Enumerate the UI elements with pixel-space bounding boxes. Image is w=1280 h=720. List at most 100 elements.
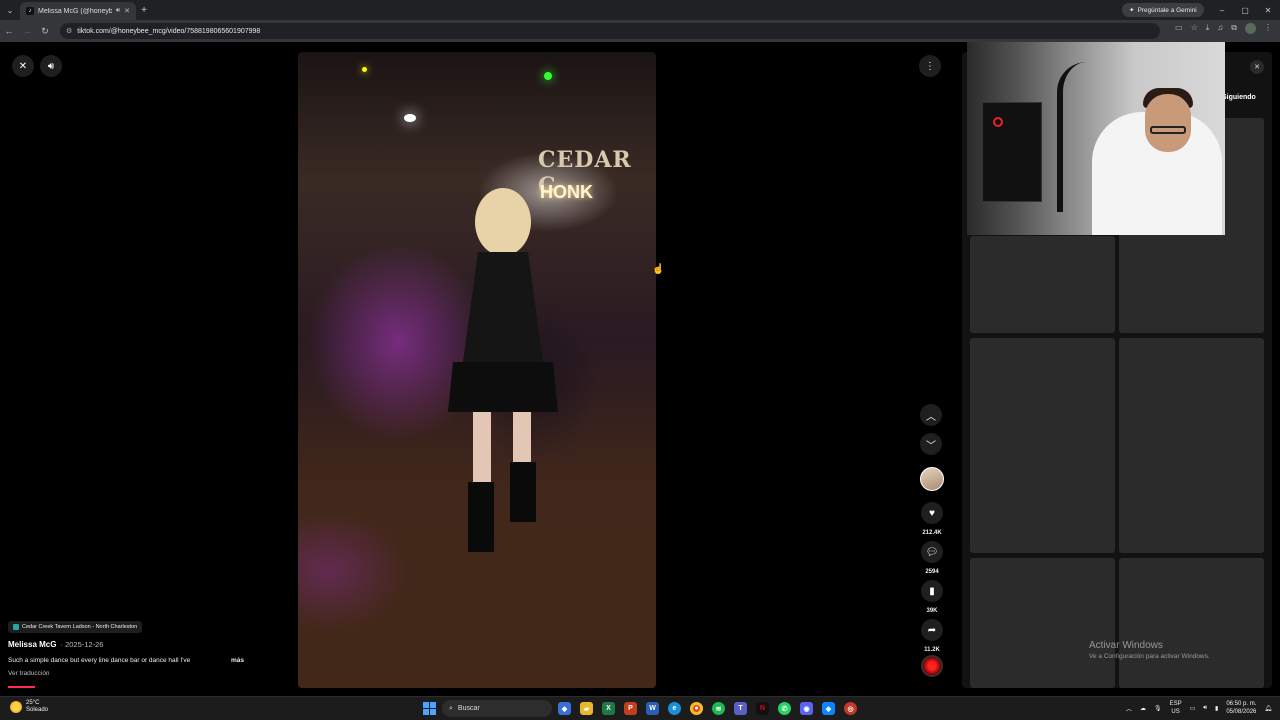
video-thumbnail[interactable] (1119, 558, 1264, 688)
volume-icon: 🔊︎ (47, 60, 55, 72)
next-video-button[interactable]: ﹀ (920, 433, 942, 455)
spotify-icon[interactable]: ≋ (712, 702, 725, 715)
stage-light (362, 67, 367, 72)
video-thumbnail[interactable] (970, 338, 1115, 553)
following-tab[interactable]: Siguiendo (1222, 94, 1256, 101)
dancer-figure (448, 188, 558, 552)
comment-action[interactable]: 💬︎ 2594 (920, 541, 944, 575)
chevron-down-icon: ﹀ (926, 440, 936, 452)
forward-icon[interactable]: → (18, 26, 36, 36)
translate-link[interactable]: Ver traducción (8, 670, 50, 677)
watermark-subtitle: Ve a Configuración para activar Windows. (1089, 653, 1210, 660)
notification-bell-icon[interactable]: 🔔︎ (1264, 705, 1272, 712)
maximize-button[interactable]: ▢ (1233, 0, 1257, 20)
language-indicator[interactable]: ESP US (1170, 700, 1182, 716)
whatsapp-icon[interactable]: ✆ (778, 702, 791, 715)
discord-icon[interactable]: ◉ (800, 702, 813, 715)
media-icon[interactable]: ♫ (1217, 23, 1223, 34)
file-explorer-icon[interactable]: ▰ (580, 702, 593, 715)
taskbar-search[interactable]: ⌕ Buscar (442, 700, 552, 717)
gemini-icon: ✦ (1129, 7, 1135, 14)
video-thumbnail[interactable] (970, 236, 1115, 333)
windows-taskbar: 25°C Soleado ⌕ Buscar ◆ ▰ X P W e ● ≋ T … (0, 696, 1280, 720)
temperature: 25°C (26, 700, 40, 706)
site-info-icon[interactable]: ⚙ (66, 27, 72, 35)
minimize-button[interactable]: – (1210, 0, 1234, 20)
author-name[interactable]: Melissa McG (8, 640, 56, 649)
music-disc-icon[interactable] (921, 655, 943, 677)
netflix-icon[interactable]: N (756, 702, 769, 715)
powerpoint-icon[interactable]: P (624, 702, 637, 715)
side-panel-close-button[interactable]: ✕ (1250, 60, 1264, 74)
share-icon[interactable]: ➦ (921, 619, 943, 641)
reload-icon[interactable]: ↻ (36, 26, 54, 37)
tab-search-icon[interactable]: ⌄ (0, 0, 20, 20)
extension-icon[interactable]: ⧉ (1231, 23, 1237, 34)
volume-tray-icon[interactable]: 🔊︎ (1203, 705, 1207, 712)
speaker-icon[interactable]: 🔊︎ (116, 7, 120, 15)
mouse-cursor: ☝ (652, 264, 665, 275)
video-thumbnail[interactable] (970, 558, 1115, 688)
weather-text: 25°C Soleado (26, 700, 48, 714)
post-date: · 2025-12-26 (60, 640, 104, 649)
close-window-button[interactable]: ✕ (1256, 0, 1280, 20)
copilot-icon[interactable]: ◆ (558, 702, 571, 715)
save-count: 39K (926, 608, 938, 614)
edge-icon[interactable]: e (668, 702, 681, 715)
url-input[interactable]: ⚙ tiktok.com/@honeybee_mcg/video/7588198… (60, 23, 1160, 39)
previous-video-button[interactable]: ︿ (920, 404, 942, 426)
weather-widget[interactable]: 25°C Soleado (10, 700, 48, 714)
comment-count: 2594 (925, 569, 939, 575)
url-text: tiktok.com/@honeybee_mcg/video/758819806… (77, 27, 261, 35)
clock-time: 06:50 p. m. (1226, 701, 1257, 707)
share-count: 11.2K (924, 647, 940, 653)
chevron-up-icon: ︿ (926, 411, 936, 423)
clock-date: 05/08/2026 (1226, 709, 1257, 715)
profile-avatar[interactable] (1245, 23, 1256, 34)
stage-light (404, 114, 416, 122)
download-icon[interactable]: ⤓ (1206, 23, 1210, 34)
post-date-value: 2025-12-26 (65, 640, 104, 649)
network-icon[interactable]: ▭ (1190, 705, 1196, 712)
like-action[interactable]: ♥ 212.4K (920, 502, 944, 536)
battery-icon[interactable]: ▮ (1215, 705, 1218, 712)
tab-close-icon[interactable]: ✕ (124, 7, 130, 15)
clock[interactable]: 06:50 p. m. 05/08/2026 (1226, 700, 1256, 716)
excel-icon[interactable]: X (602, 702, 615, 715)
heart-icon[interactable]: ♥ (921, 502, 943, 524)
chevron-up-icon[interactable]: ︿ (1126, 704, 1132, 713)
more-link[interactable]: más (231, 657, 244, 664)
browser-menu-icon[interactable]: ⋮ (1264, 23, 1272, 34)
bookmark-star-icon[interactable]: ☆ (1191, 23, 1198, 34)
cloud-icon[interactable]: ☁ (1140, 705, 1146, 712)
chrome-icon[interactable]: ● (690, 702, 703, 715)
close-video-button[interactable]: ✕ (12, 55, 34, 77)
location-tag[interactable]: Cedar Creek Tavern Ladson - North Charle… (8, 621, 143, 633)
volume-button[interactable]: 🔊︎ (40, 55, 62, 77)
word-icon[interactable]: W (646, 702, 659, 715)
tab-title: Melissa McG (@honeybee... (38, 7, 112, 15)
microphone-icon[interactable]: 🎙︎ (1154, 705, 1162, 712)
back-icon[interactable]: ← (0, 26, 18, 36)
app-icon[interactable]: ◈ (822, 702, 835, 715)
windows-start-icon[interactable] (423, 702, 436, 715)
cast-icon[interactable]: ▭ (1175, 23, 1183, 34)
location-icon (13, 624, 19, 630)
bookmark-icon[interactable]: ▮ (921, 580, 943, 602)
gemini-label: Pregúntale a Gemini (1137, 6, 1197, 14)
video-player[interactable]: CEDAR C HONK (298, 52, 656, 688)
teams-icon[interactable]: T (734, 702, 747, 715)
gemini-button[interactable]: ✦ Pregúntale a Gemini (1122, 3, 1204, 17)
video-thumbnail[interactable] (1119, 338, 1264, 553)
share-action[interactable]: ➦ 11.2K (920, 619, 944, 653)
save-action[interactable]: ▮ 39K (920, 580, 944, 614)
browser-tab[interactable]: ♪ Melissa McG (@honeybee... 🔊︎ ✕ (20, 2, 136, 20)
windows-activation-watermark: Activar Windows Ve a Configuración para … (1089, 640, 1210, 660)
streamer-glasses (1150, 126, 1186, 134)
creator-avatar[interactable] (920, 467, 944, 491)
video-progress-bar[interactable] (8, 686, 35, 688)
comment-icon[interactable]: 💬︎ (921, 541, 943, 563)
new-tab-button[interactable]: + (136, 5, 152, 16)
recording-app-icon[interactable]: ◎ (844, 702, 857, 715)
more-options-button[interactable]: ⋮ (919, 55, 941, 77)
